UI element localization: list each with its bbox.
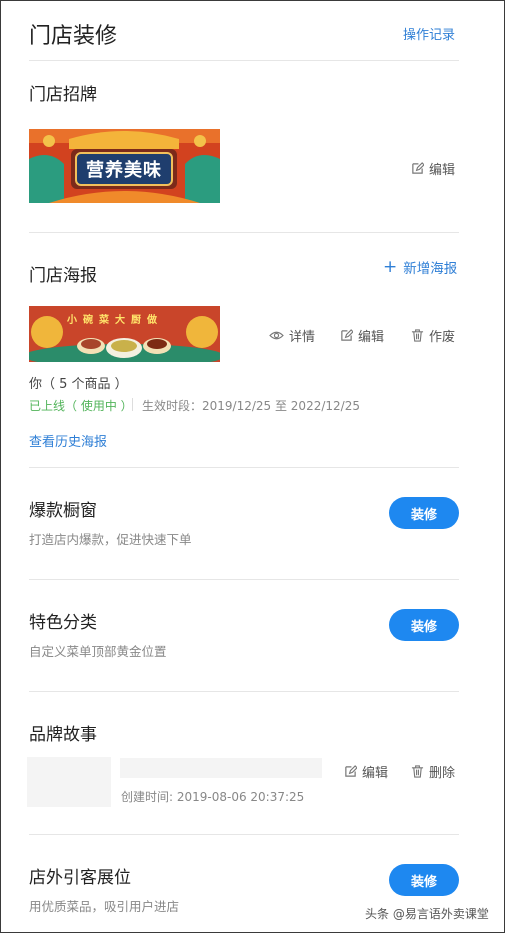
outside-desc: 用优质菜品，吸引用户进店 [29,899,180,914]
hot-window-desc: 打造店内爆款，促进快速下单 [29,532,192,547]
eye-icon [269,331,284,340]
watermark: 头条 @易言语外卖课堂 [365,907,489,921]
plus-icon: + [383,256,398,277]
poster-char: 厨 [131,315,141,326]
brand-story-created: 创建时间: 2019-08-06 20:37:25 [121,790,305,804]
edit-icon [345,765,357,777]
edit-label: 编辑 [362,766,389,781]
poster-char: 菜 [99,315,109,326]
edit-icon [341,329,353,341]
add-poster-button[interactable]: + 新增海报 [383,257,457,277]
poster-name: 你（ 5 个商品 ） [29,377,128,392]
separator [132,398,133,411]
poster-char: 碗 [83,315,93,326]
signboard-title: 门店招牌 [29,85,97,105]
divider [29,579,459,580]
brand-story-edit-button[interactable]: 编辑 [344,762,388,781]
poster-history-link[interactable]: 查看历史海报 [29,431,107,450]
brand-story-title: 品牌故事 [29,725,97,745]
details-label: 详情 [289,330,316,345]
hot-window-title: 爆款橱窗 [29,501,97,521]
poster-char: 大 [115,315,125,326]
divider [29,834,459,835]
brand-story-delete-button[interactable]: 删除 [411,762,455,781]
poster-edit-button[interactable]: 编辑 [340,326,384,345]
void-label: 作废 [429,330,456,345]
delete-label: 删除 [429,766,456,781]
divider [29,60,459,61]
poster-status: 已上线（ 使用中 ） [29,399,133,413]
trash-icon [411,765,424,778]
poster-details-button[interactable]: 详情 [269,326,315,345]
divider [29,467,459,468]
poster-image: 小 碗 菜 大 厨 做 [29,306,220,362]
poster-char: 做 [147,315,157,326]
hot-window-decorate-button[interactable]: 装修 [389,497,459,529]
brand-story-text-placeholder [120,758,322,778]
category-title: 特色分类 [29,613,97,633]
signboard-edit-button[interactable]: 编辑 [411,159,455,178]
divider [29,691,459,692]
banner-text: 营养美味 [86,160,162,181]
add-poster-label: 新增海报 [403,261,458,277]
brand-story-image [27,757,111,807]
edit-label: 编辑 [429,163,456,178]
edit-icon [412,162,424,174]
outside-decorate-button[interactable]: 装修 [389,864,459,896]
outside-title: 店外引客展位 [29,868,131,888]
category-decorate-button[interactable]: 装修 [389,609,459,641]
poster-char: 小 [67,315,77,326]
page-title: 门店装修 [29,24,118,49]
operation-log-link[interactable]: 操作记录 [403,24,455,43]
poster-title: 门店海报 [29,266,97,286]
signboard-banner-image: 营养美味 [29,129,220,203]
poster-void-button[interactable]: 作废 [411,326,455,345]
divider [29,232,459,233]
trash-icon [411,329,424,342]
poster-char-row: 小 碗 菜 大 厨 做 [67,311,157,326]
category-desc: 自定义菜单顶部黄金位置 [29,644,167,659]
edit-label: 编辑 [358,330,385,345]
poster-period: 生效时段：2019/12/25 至 2022/12/25 [142,399,360,413]
